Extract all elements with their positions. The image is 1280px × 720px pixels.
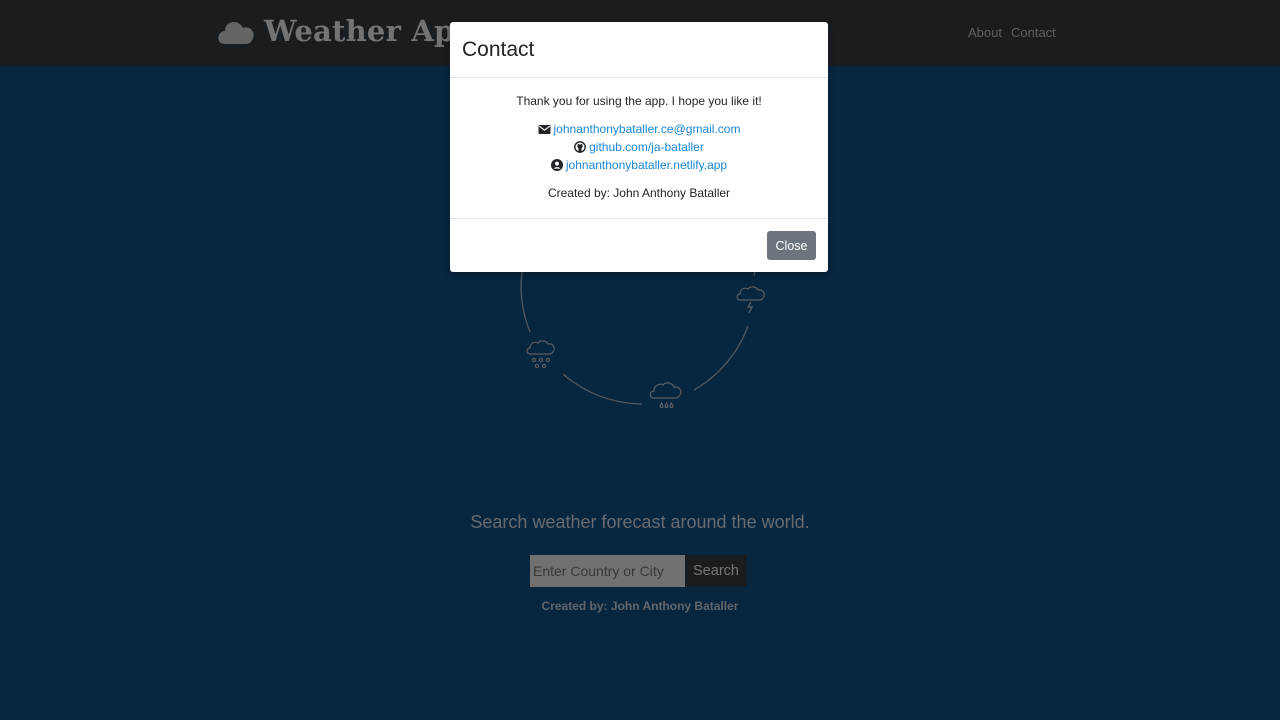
website-link[interactable]: johnanthonybataller.netlify.app: [566, 156, 727, 174]
contact-email: johnanthonybataller.ce@gmail.com: [450, 120, 828, 138]
contact-modal: Contact Thank you for using the app. I h…: [450, 22, 828, 272]
modal-footer: Close: [450, 219, 828, 272]
github-icon: [574, 141, 587, 153]
contact-website: johnanthonybataller.netlify.app: [450, 156, 828, 174]
thank-you-message: Thank you for using the app. I hope you …: [516, 94, 762, 108]
close-button[interactable]: Close: [767, 231, 816, 260]
modal-body: Thank you for using the app. I hope you …: [450, 78, 828, 219]
modal-header: Contact: [450, 22, 828, 78]
modal-title: Contact: [462, 38, 535, 61]
modal-credit: Created by: John Anthony Bataller: [547, 186, 731, 200]
contact-list: johnanthonybataller.ce@gmail.com github.…: [450, 120, 828, 174]
email-link[interactable]: johnanthonybataller.ce@gmail.com: [554, 120, 741, 138]
envelope-icon: [538, 124, 551, 134]
user-circle-icon: [550, 159, 563, 171]
contact-github: github.com/ja-bataller: [450, 138, 828, 156]
github-link[interactable]: github.com/ja-bataller: [589, 138, 704, 156]
